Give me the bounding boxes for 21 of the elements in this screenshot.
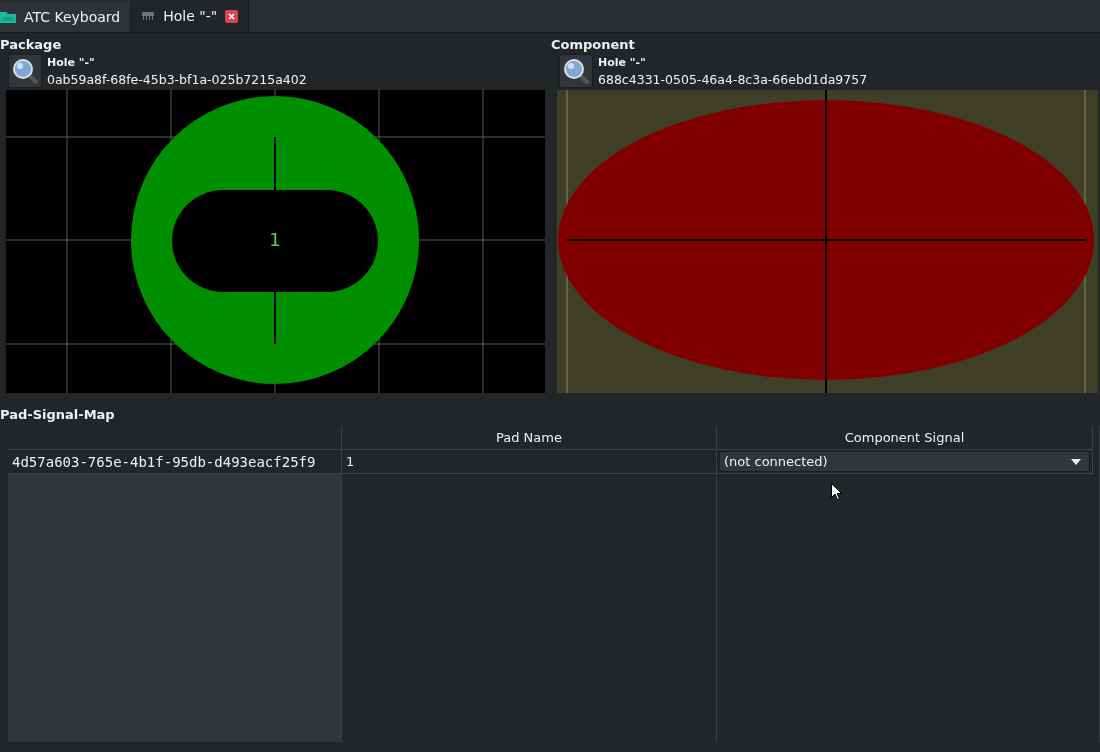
magnifier-button[interactable] bbox=[559, 54, 593, 88]
signal-dropdown[interactable]: (not connected) bbox=[719, 451, 1090, 472]
package-uuid: 0ab59a8f-68fe-45b3-bf1a-025b7215a402 bbox=[47, 71, 307, 87]
tab[interactable]: ATC Keyboard bbox=[0, 2, 132, 32]
column-header[interactable]: Pad Name bbox=[342, 426, 717, 450]
caret-icon bbox=[1071, 458, 1081, 465]
chip-icon bbox=[141, 11, 156, 21]
cursor-icon bbox=[831, 483, 842, 500]
folder-icon bbox=[0, 11, 16, 23]
package-name: Hole "-" bbox=[47, 55, 96, 69]
column-header[interactable]: Component Signal bbox=[717, 426, 1093, 450]
section-title: Component bbox=[551, 36, 636, 53]
component-name: Hole "-" bbox=[598, 55, 647, 69]
table-cell: 1 bbox=[342, 450, 717, 474]
close-icon[interactable] bbox=[225, 9, 239, 23]
magnifier-button[interactable] bbox=[8, 54, 42, 88]
tab[interactable]: Hole "-" bbox=[131, 0, 250, 32]
section-title: Package bbox=[0, 36, 63, 53]
component-uuid: 688c4331-0505-46a4-8c3a-66ebd1da9757 bbox=[598, 71, 868, 87]
package-preview-drawing: 1 bbox=[6, 90, 545, 393]
section-title: Pad-Signal-Map bbox=[0, 406, 116, 424]
